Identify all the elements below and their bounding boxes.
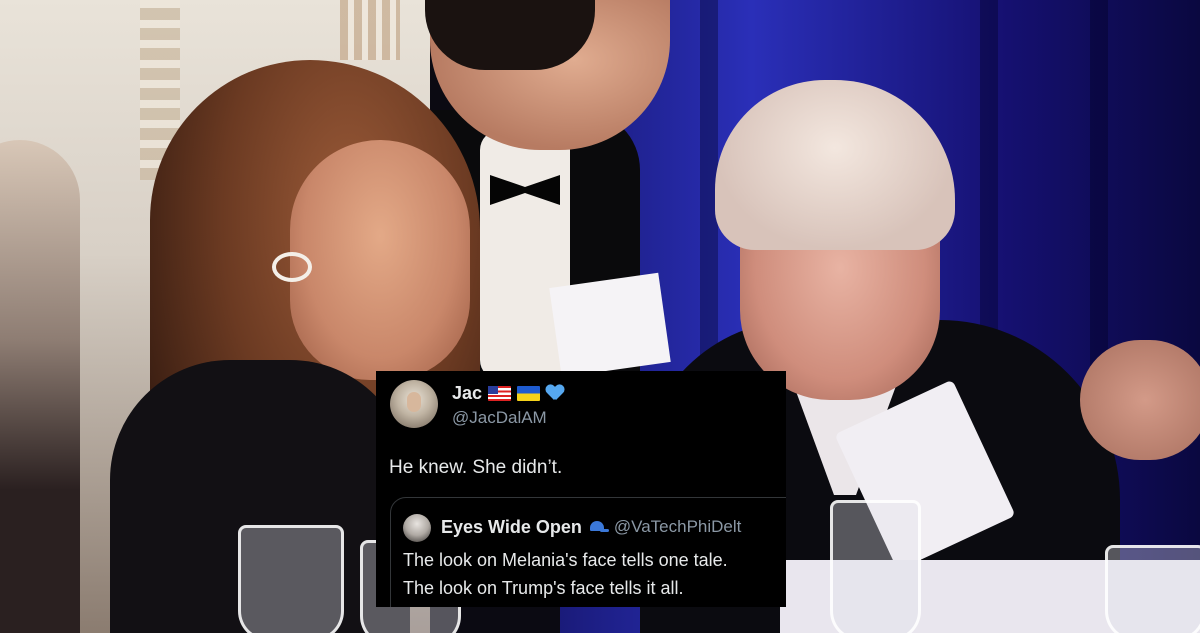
quoted-author-name[interactable]: Eyes Wide Open [441, 517, 582, 538]
quoted-author-handle[interactable]: @VaTechPhiDelt [614, 517, 742, 537]
author-name[interactable]: Jac [452, 383, 482, 404]
author-name-row: Jac [452, 382, 564, 404]
blue-heart-icon [546, 385, 564, 401]
quoted-text-line-1: The look on Melania's face tells one tal… [403, 550, 728, 570]
us-flag-icon [488, 385, 512, 401]
avatar-face [407, 392, 421, 412]
quoted-author-avatar[interactable] [403, 514, 431, 542]
quoted-tweet[interactable]: Eyes Wide Open @VaTechPhiDelt The look o… [390, 497, 786, 607]
raised-hand [1080, 340, 1200, 460]
window-frame [340, 0, 400, 60]
quoted-author-row: Eyes Wide Open @VaTechPhiDelt [441, 516, 741, 538]
ukraine-flag-icon [517, 385, 541, 401]
person-at-left-edge [0, 140, 80, 633]
quoted-text-line-2: The look on Trump's face tells it all. [403, 578, 684, 598]
author-handle[interactable]: @JacDalAM [452, 408, 547, 428]
wine-glass [830, 500, 921, 633]
paper-card [549, 272, 671, 378]
earring [272, 252, 312, 282]
author-avatar[interactable] [390, 380, 438, 428]
tweet-card[interactable]: Jac @JacDalAM He knew. She didn’t. Eyes … [376, 371, 786, 607]
cap-icon [588, 521, 609, 533]
wine-glass [238, 525, 344, 633]
woman-face [290, 140, 470, 380]
wine-glass [1105, 545, 1200, 633]
screenshot: Jac @JacDalAM He knew. She didn’t. Eyes … [0, 0, 1200, 633]
tweet-text: He knew. She didn’t. [389, 457, 563, 478]
